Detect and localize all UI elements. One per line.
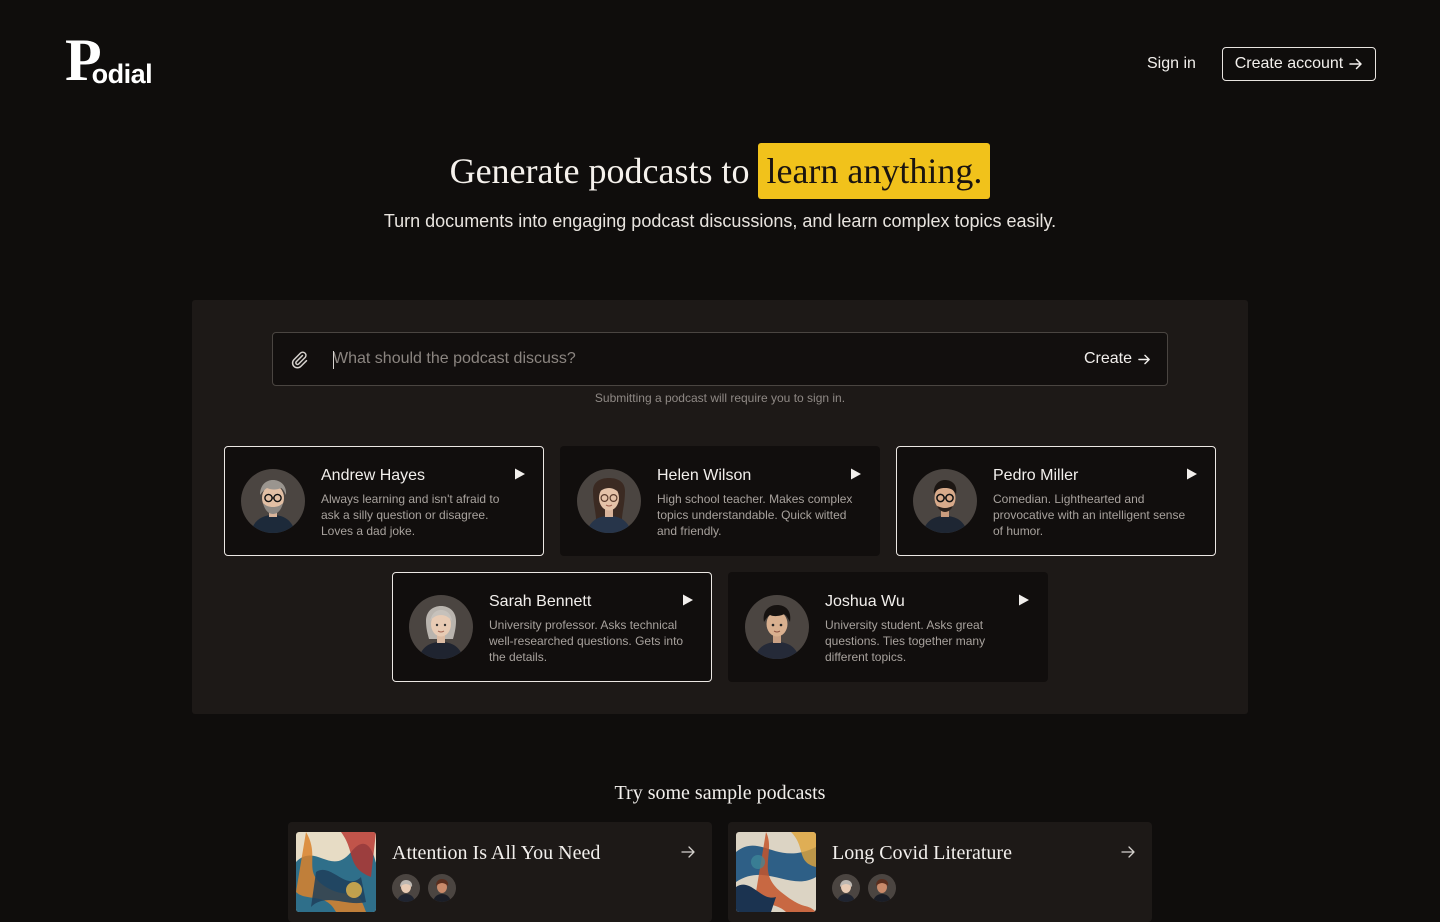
podial-logo[interactable]: Podial [65,30,153,90]
arrow-right-icon[interactable] [680,844,696,860]
avatar [409,595,473,659]
hero-title: Generate podcasts to learn anything. [0,143,1440,199]
create-podcast-label: Create [1083,350,1132,367]
avatar [392,874,420,902]
host-description: University student. Asks great questions… [825,618,986,664]
host-description: High school teacher. Makes complex topic… [657,492,853,538]
avatar [913,469,977,533]
samples-heading: Try some sample podcasts [614,782,826,804]
podcast-cover-art [296,832,376,912]
text-cursor [333,351,334,369]
avatar [832,874,860,902]
create-account-button[interactable]: Create account [1222,47,1376,81]
sample-title: Long Covid Literature [832,842,1012,864]
host-name: Andrew Hayes [321,467,426,484]
avatar [241,469,305,533]
podcast-cover-art [736,832,816,912]
host-card-sarah-bennett[interactable]: Sarah Bennett University professor. Asks… [392,572,712,682]
host-card-andrew-hayes[interactable]: Andrew Hayes Always learning and isn't a… [224,446,544,556]
sign-in-link[interactable]: Sign in [1147,54,1196,74]
host-description: Comedian. Lighthearted and provocative w… [993,492,1186,538]
paperclip-icon[interactable] [289,349,309,369]
host-description: University professor. Asks technical wel… [489,618,684,664]
arrow-right-icon [1138,354,1150,364]
podcast-topic-input[interactable] [333,345,1013,373]
host-description: Always learning and isn't afraid to ask … [321,492,500,538]
host-card-joshua-wu[interactable]: Joshua Wu University student. Asks great… [728,572,1048,682]
play-icon[interactable] [513,467,527,481]
hero-title-highlight: learn anything. [758,143,991,199]
podcast-prompt-box: Create [272,332,1168,386]
host-name: Sarah Bennett [489,593,592,610]
play-icon[interactable] [849,467,863,481]
host-name: Helen Wilson [657,467,752,484]
arrow-right-icon [1349,58,1362,70]
play-icon[interactable] [681,593,695,607]
host-card-helen-wilson[interactable]: Helen Wilson High school teacher. Makes … [560,446,880,556]
avatar [868,874,896,902]
play-icon[interactable] [1017,593,1031,607]
sample-podcast-card[interactable]: Attention Is All You Need [288,822,712,922]
avatar [577,469,641,533]
avatar [745,595,809,659]
create-account-label: Create account [1234,55,1344,72]
avatar [428,874,456,902]
sample-podcast-card[interactable]: Long Covid Literature [728,822,1152,922]
host-name: Pedro Miller [993,467,1079,484]
host-name: Joshua Wu [825,593,905,610]
host-card-pedro-miller[interactable]: Pedro Miller Comedian. Lighthearted and … [896,446,1216,556]
logo-wordmark: odial [91,59,153,89]
arrow-right-icon[interactable] [1120,844,1136,860]
sample-title: Attention Is All You Need [392,842,601,864]
play-icon[interactable] [1185,467,1199,481]
sign-in-hint: Submitting a podcast will require you to… [594,391,846,405]
create-podcast-button[interactable]: Create [1084,345,1151,373]
hero-subtitle: Turn documents into engaging podcast dis… [383,211,1057,231]
hero-title-lead: Generate podcasts to [449,151,750,191]
